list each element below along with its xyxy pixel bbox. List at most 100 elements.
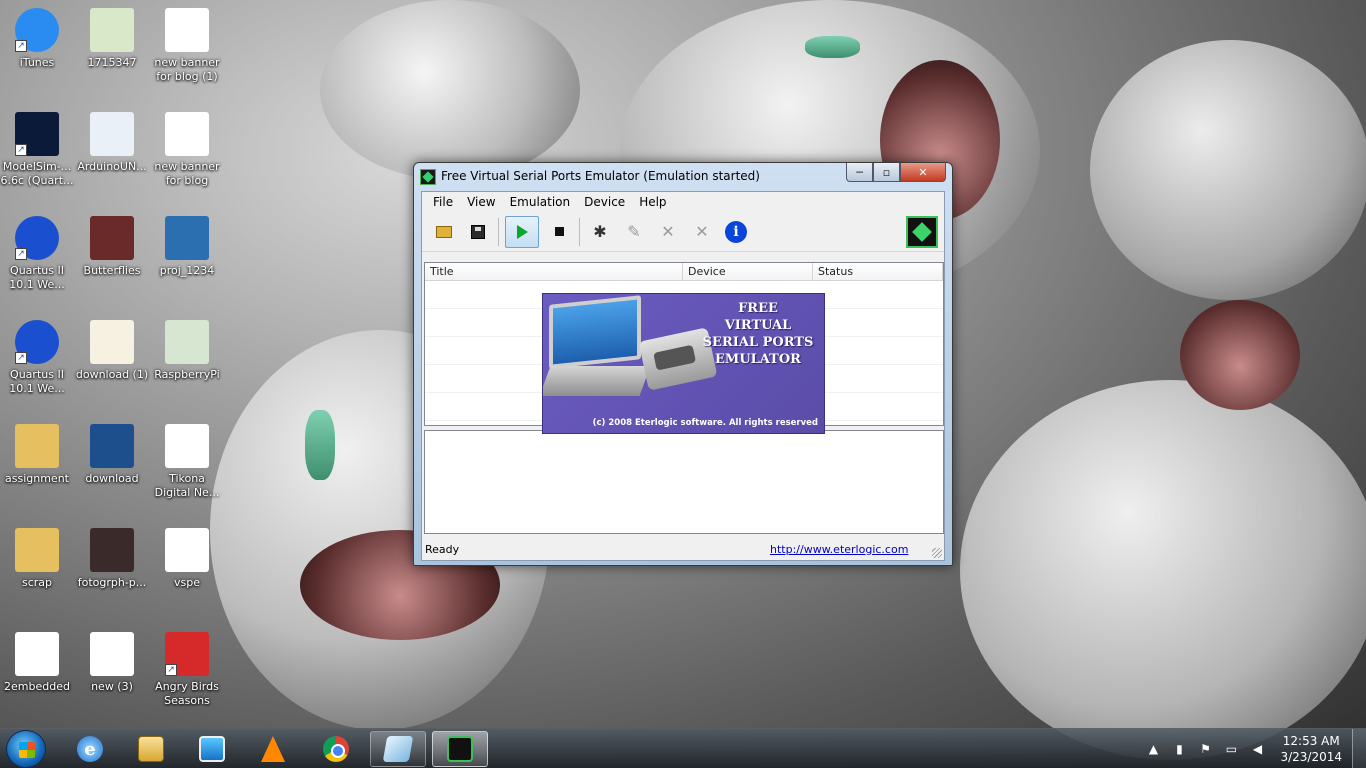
desktop-icon[interactable]: scrap <box>0 528 74 590</box>
desktop-icon[interactable]: new (3) <box>75 632 149 694</box>
desktop-icon[interactable]: ↗ ModelSim-... 6.6c (Quart... <box>0 112 74 188</box>
clock[interactable]: 12:53 AM 3/23/2014 <box>1270 733 1352 765</box>
menu-emulation[interactable]: Emulation <box>503 195 578 209</box>
maximize-button[interactable]: ▫ <box>873 163 900 182</box>
stop-emulation-button[interactable] <box>545 218 573 246</box>
desktop-icon-label: ArduinoUN... <box>77 160 147 173</box>
desktop-icon[interactable]: Tikona Digital Ne... <box>150 424 224 500</box>
show-hidden-icons-button[interactable]: ▲ <box>1145 741 1161 757</box>
menu-file[interactable]: File <box>426 195 460 209</box>
status-text: Ready <box>425 542 460 556</box>
create-device-button[interactable]: ✱ <box>586 218 614 246</box>
network-signal-icon[interactable]: ▮ <box>1171 741 1187 757</box>
serial-port-logo-icon <box>906 216 938 248</box>
status-bar: Ready http://www.eterlogic.com <box>422 538 944 560</box>
wallpaper-shape <box>960 380 1366 760</box>
open-button[interactable] <box>430 218 458 246</box>
minimize-button[interactable]: ─ <box>846 163 873 182</box>
desktop-icon[interactable]: Butterflies <box>75 216 149 278</box>
menu-view[interactable]: View <box>460 195 502 209</box>
desktop-icon[interactable]: new banner for blog <box>150 112 224 188</box>
serial-port-icon <box>447 736 473 762</box>
desktop-icon-label: new banner for blog (1) <box>154 56 220 83</box>
save-button[interactable] <box>464 218 492 246</box>
app-icon[interactable] <box>420 169 436 185</box>
desktop-icon[interactable]: ↗ iTunes <box>0 8 74 70</box>
close-button[interactable]: ✕ <box>900 163 946 182</box>
desktop-icon[interactable]: new banner for blog (1) <box>150 8 224 84</box>
menu-help[interactable]: Help <box>632 195 673 209</box>
about-button[interactable]: i <box>722 218 750 246</box>
desktop-icon-label: scrap <box>21 576 53 589</box>
toolbar-separator <box>579 217 580 246</box>
play-icon <box>516 224 528 239</box>
desktop-icon[interactable]: ↗ Quartus II 10.1 We... <box>0 320 74 396</box>
splash-title: FREE VIRTUAL SERIAL PORTS EMULATOR <box>698 300 818 368</box>
menu-bar: File View Emulation Device Help <box>422 192 944 212</box>
desktop-icon-label: 1715347 <box>87 56 137 69</box>
taskbar: e ▲ ▮ ⚑ ▭ ◀ 12:53 AM 3/23/2014 <box>0 728 1366 768</box>
chrome-icon <box>323 736 349 762</box>
desktop-icon[interactable]: 1715347 <box>75 8 149 70</box>
laptop-base <box>543 366 651 396</box>
taskbar-vspe[interactable] <box>432 731 488 767</box>
wallpaper-shape <box>320 0 580 180</box>
plug-edit-icon: ✎ <box>627 222 641 241</box>
desktop-icon-label: Butterflies <box>83 264 141 277</box>
delete-device-button[interactable]: ✕ <box>654 218 682 246</box>
taskbar-media-player[interactable] <box>184 731 240 767</box>
show-desktop-button[interactable] <box>1352 729 1366 768</box>
plug-delete-all-icon: ✕ <box>695 222 709 241</box>
toolbar: ✱ ✎ ✕ ✕ i <box>422 212 944 252</box>
desktop-icon[interactable]: download (1) <box>75 320 149 382</box>
taskbar-internet-explorer[interactable]: e <box>62 731 118 767</box>
clock-time: 12:53 AM <box>1282 734 1340 748</box>
shortcut-arrow-icon: ↗ <box>15 248 27 260</box>
desktop-icon[interactable]: assignment <box>0 424 74 486</box>
column-device[interactable]: Device <box>683 263 813 280</box>
log-pane[interactable] <box>424 430 944 534</box>
desktop-icon[interactable]: vspe <box>150 528 224 590</box>
action-center-icon[interactable]: ⚑ <box>1197 741 1213 757</box>
desktop-icon[interactable]: fotogrph-p... <box>75 528 149 590</box>
shortcut-arrow-icon: ↗ <box>165 664 177 676</box>
power-icon[interactable]: ▭ <box>1223 741 1239 757</box>
taskbar-vlc[interactable] <box>245 731 301 767</box>
column-title[interactable]: Title <box>425 263 683 280</box>
start-emulation-button[interactable] <box>505 215 539 248</box>
volume-icon[interactable]: ◀ <box>1249 741 1265 757</box>
taskbar-windows-explorer[interactable] <box>123 731 179 767</box>
edit-device-button[interactable]: ✎ <box>620 218 648 246</box>
website-link[interactable]: http://www.eterlogic.com <box>770 543 908 556</box>
desktop-icon-label: proj_1234 <box>159 264 215 277</box>
desktop-icon[interactable]: ArduinoUN... <box>75 112 149 174</box>
start-button[interactable] <box>6 730 46 768</box>
desktop-icon[interactable]: RaspberryPi <box>150 320 224 382</box>
desktop-icon[interactable]: 2embedded <box>0 632 74 694</box>
text-file-icon <box>165 528 209 572</box>
desktop-icon-label: Quartus II 10.1 We... <box>9 264 65 291</box>
taskbar-glass-app[interactable] <box>370 731 426 767</box>
image-file-icon <box>165 320 209 364</box>
title-bar[interactable]: Free Virtual Serial Ports Emulator (Emul… <box>414 163 952 189</box>
image-file-icon <box>165 216 209 260</box>
desktop-icon[interactable]: proj_1234 <box>150 216 224 278</box>
clock-date: 3/23/2014 <box>1280 750 1342 764</box>
desktop-icon[interactable]: download <box>75 424 149 486</box>
desktop-icon-label: download (1) <box>75 368 149 381</box>
stop-icon <box>554 227 564 236</box>
desktop-icon[interactable]: ↗ Quartus II 10.1 We... <box>0 216 74 292</box>
laptop-icon <box>549 295 641 369</box>
desktop-icon[interactable]: ↗ Angry Birds Seasons <box>150 632 224 708</box>
delete-all-devices-button[interactable]: ✕ <box>688 218 716 246</box>
wallpaper-shape <box>1090 40 1366 300</box>
taskbar-chrome[interactable] <box>308 731 364 767</box>
shortcut-arrow-icon: ↗ <box>15 40 27 52</box>
resize-grip[interactable] <box>932 548 942 558</box>
image-file-icon <box>165 112 209 156</box>
menu-device[interactable]: Device <box>577 195 632 209</box>
itunes-icon: ↗ <box>15 8 59 52</box>
column-status[interactable]: Status <box>813 263 943 280</box>
desktop-icon-label: new banner for blog <box>154 160 220 187</box>
image-file-icon <box>90 216 134 260</box>
